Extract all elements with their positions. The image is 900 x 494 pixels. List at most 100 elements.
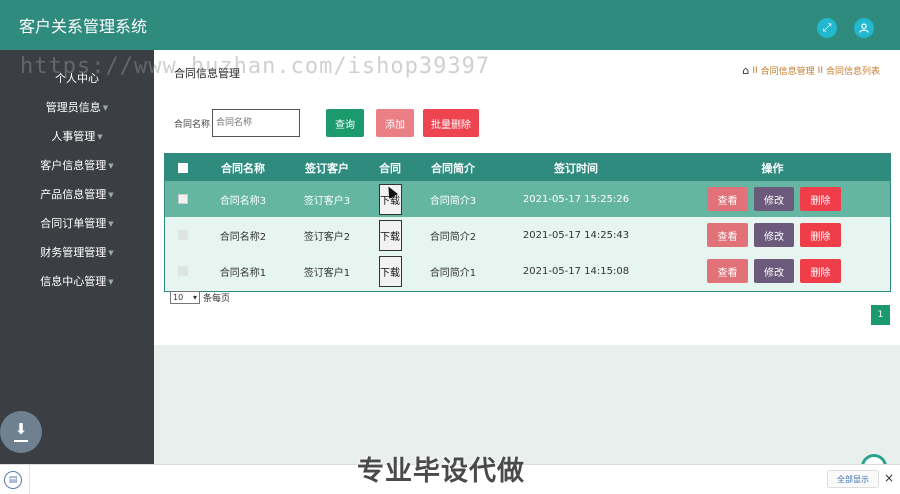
contract-name-search-input[interactable] [212, 109, 301, 137]
cell-intro: 合同简介3 [429, 195, 477, 207]
row-checkbox[interactable] [172, 181, 194, 217]
checkbox-box [178, 162, 188, 173]
header-icon-group: ⤢ [817, 18, 874, 38]
download-bar-icon [14, 439, 28, 442]
caret-down-icon: ▼ [108, 220, 114, 228]
page-number-button[interactable]: 1 [871, 305, 890, 325]
cell-intro: 合同简介1 [429, 267, 477, 279]
column-header-customer: 签订客户 [305, 161, 349, 175]
row-checkbox[interactable] [172, 253, 194, 289]
sidebar-item-finance[interactable]: 财务管理管理 ▼ [0, 244, 154, 260]
user-glyph [859, 23, 869, 33]
sidebar-item-admin-info[interactable]: 管理员信息 ▼ [0, 99, 154, 115]
search-label: 合同名称 [174, 119, 211, 130]
cell-time: 2021-05-17 15:25:26 [522, 193, 630, 205]
sidebar-item-products[interactable]: 产品信息管理 ▼ [0, 186, 154, 202]
sidebar-item-label: 人事管理 [51, 130, 96, 143]
table-row[interactable]: 合同名称1 签订客户1 下载 合同简介1 2021-05-17 14:15:08… [165, 253, 890, 289]
batch-delete-button[interactable]: 批量删除 [423, 109, 480, 137]
sidebar: 个人中心 管理员信息 ▼ 人事管理 ▼ 客户信息管理 ▼ 产品信息管理 ▼ 合同订单管理… [0, 50, 154, 464]
delete-button[interactable]: 删除 [800, 223, 841, 247]
app-window: 客户关系管理系统 ⤢ 个人中心 管理员信息 ▼ 人事管理 ▼ 客户信息管理 ▼ 产品信… [0, 0, 900, 494]
chevron-down-icon: ▾ [192, 293, 197, 302]
sidebar-item-label: 产品信息管理 [40, 188, 107, 201]
home-icon[interactable]: ⌂ [742, 64, 749, 77]
page-title: 合同信息管理 [174, 67, 240, 80]
delete-button[interactable]: 删除 [800, 187, 841, 211]
column-header-actions: 操作 [761, 161, 784, 175]
checkbox-box [178, 194, 188, 204]
user-icon[interactable] [854, 18, 874, 38]
document-icon[interactable]: ▤ [4, 471, 22, 489]
breadcrumb-separator: II [752, 65, 758, 76]
cell-time: 2021-05-17 14:15:08 [522, 265, 630, 277]
view-button[interactable]: 查看 [707, 187, 748, 211]
column-header-contract: 合同 [379, 161, 401, 175]
download-fab-button[interactable]: ⬇ [0, 411, 42, 453]
edit-button[interactable]: 修改 [754, 223, 794, 247]
select-all-checkbox[interactable] [172, 154, 194, 181]
cell-delete: 删除 [800, 253, 841, 289]
cell-delete: 删除 [800, 181, 841, 217]
cell-time: 2021-05-17 14:25:43 [522, 229, 630, 241]
sidebar-item-label: 财务管理管理 [40, 246, 107, 259]
caret-down-icon: ▼ [102, 104, 109, 112]
caret-down-icon: ▼ [97, 133, 103, 141]
caret-down-icon: ▼ [108, 191, 114, 199]
sidebar-item-info-center[interactable]: 信息中心管理 ▼ [0, 273, 154, 289]
table-row[interactable]: 合同名称3 签订客户3 下载 合同简介3 2021-05-17 15:25:26… [165, 181, 890, 217]
expand-icon[interactable]: ⤢ [817, 18, 837, 38]
caret-down-icon: ▼ [108, 162, 114, 170]
cell-delete: 删除 [800, 217, 841, 253]
sidebar-item-hr[interactable]: 人事管理 ▼ [0, 128, 154, 144]
breadcrumb: ⌂ II 合同信息管理 II 合同信息列表 [742, 64, 880, 77]
toolbar-divider [29, 465, 30, 494]
query-button[interactable]: 查询 [326, 109, 365, 137]
checkbox-box [178, 230, 188, 240]
cell-customer: 签订客户1 [303, 267, 351, 279]
delete-button[interactable]: 删除 [800, 259, 841, 283]
app-title: 客户关系管理系统 [19, 17, 148, 36]
bottom-toolbar: ▤ 全部显示 × [0, 464, 900, 494]
page-size-select[interactable]: 10 ▾ [170, 291, 200, 304]
sidebar-item-contract-orders[interactable]: 合同订单管理 ▼ [0, 215, 154, 231]
sidebar-item-label: 个人中心 [55, 72, 99, 85]
sidebar-item-personal-center[interactable]: 个人中心 [0, 70, 154, 86]
caret-down-icon: ▼ [108, 249, 114, 257]
download-arrow-icon: ⬇ [14, 419, 28, 438]
column-header-time: 签订时间 [554, 161, 598, 175]
checkbox-box [178, 266, 188, 276]
cell-intro: 合同简介2 [429, 231, 477, 243]
top-header: 客户关系管理系统 ⤢ [0, 0, 900, 50]
column-header-intro: 合同简介 [431, 161, 475, 175]
show-all-button[interactable]: 全部显示 [827, 470, 879, 488]
contract-table: 合同名称 签订客户 合同 合同简介 签订时间 操作 合同名称3 签订客户3 下载… [164, 153, 891, 292]
download-button[interactable]: 下载 [378, 255, 402, 287]
edit-button[interactable]: 修改 [754, 187, 794, 211]
search-bar: 合同名称 查询 添加 批量删除 [174, 109, 480, 137]
caret-down-icon: ▼ [108, 278, 114, 286]
sidebar-item-label: 信息中心管理 [40, 275, 107, 288]
main-content: 合同信息管理 ⌂ II 合同信息管理 II 合同信息列表 合同名称 查询 添加 … [154, 50, 900, 480]
add-button[interactable]: 添加 [376, 109, 415, 137]
table-row[interactable]: 合同名称2 签订客户2 下载 合同简介2 2021-05-17 14:25:43… [165, 217, 890, 253]
row-checkbox[interactable] [172, 217, 194, 253]
cell-edit: 修改 [754, 253, 794, 289]
view-button[interactable]: 查看 [707, 259, 748, 283]
cell-name: 合同名称3 [219, 195, 267, 207]
cell-name: 合同名称1 [219, 267, 267, 279]
page-size-value: 10 [173, 293, 184, 302]
breadcrumb-level2: 合同信息列表 [825, 67, 880, 77]
edit-button[interactable]: 修改 [754, 259, 794, 283]
breadcrumb-separator: II [817, 65, 823, 76]
sidebar-item-customers[interactable]: 客户信息管理 ▼ [0, 157, 154, 173]
per-page-label: 条每页 [203, 294, 231, 304]
cell-view: 查看 [707, 181, 748, 217]
cell-customer: 签订客户3 [303, 195, 351, 207]
view-button[interactable]: 查看 [707, 223, 748, 247]
cell-edit: 修改 [754, 217, 794, 253]
sidebar-item-label: 合同订单管理 [40, 217, 107, 230]
breadcrumb-level1[interactable]: 合同信息管理 [761, 64, 815, 77]
close-icon[interactable]: × [884, 471, 894, 485]
download-button[interactable]: 下载 [378, 219, 402, 251]
